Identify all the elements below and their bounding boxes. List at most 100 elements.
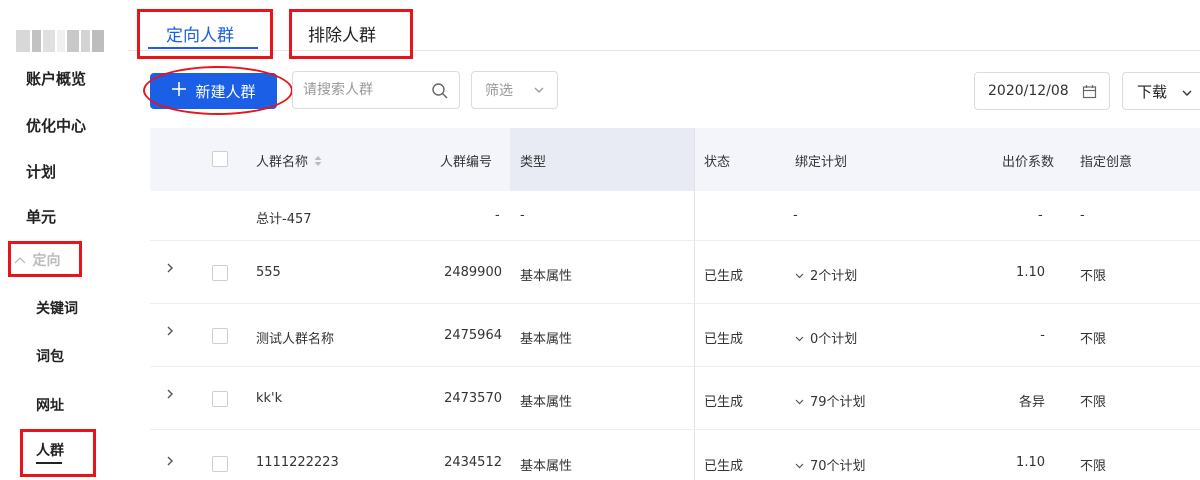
tab-targeting-audiences[interactable]: 定向人群 <box>166 21 234 46</box>
row-bound-plans[interactable]: 70个计划 <box>795 455 866 474</box>
row-creative: 不限 <box>1080 459 1107 474</box>
table-row[interactable]: 555 2489900 基本属性 已生成 2个计划 1.10 不限 <box>150 241 1200 304</box>
row-plan-count: 70个计划 <box>810 459 866 474</box>
sidebar-item-account-overview[interactable]: 账户概览 <box>26 68 86 89</box>
date-picker[interactable]: 2020/12/08 <box>974 72 1110 110</box>
expand-icon[interactable] <box>166 262 174 278</box>
new-audience-button[interactable]: 新建人群 <box>150 73 277 109</box>
logo <box>16 30 104 52</box>
total-bid: - <box>1038 208 1043 223</box>
row-status: 已生成 <box>704 459 744 474</box>
row-creative: 不限 <box>1080 332 1107 347</box>
row-checkbox[interactable] <box>212 391 228 407</box>
sidebar-item-urls[interactable]: 网址 <box>36 395 64 415</box>
row-bid: 1.10 <box>1016 455 1045 470</box>
download-label: 下载 <box>1137 82 1168 101</box>
row-name[interactable]: 555 <box>256 265 281 280</box>
row-type: 基本属性 <box>520 269 573 284</box>
search-input[interactable] <box>303 78 429 102</box>
download-dropdown[interactable]: 下载 <box>1122 72 1200 110</box>
total-creative: - <box>1080 208 1085 223</box>
row-plan-count: 0个计划 <box>810 332 858 347</box>
sidebar-item-plan[interactable]: 计划 <box>26 161 56 182</box>
expand-icon[interactable] <box>166 455 174 471</box>
total-id: - <box>495 208 500 223</box>
row-status: 已生成 <box>704 332 744 347</box>
sidebar-group-label: 定向 <box>32 253 61 269</box>
row-status: 已生成 <box>704 395 744 410</box>
row-creative: 不限 <box>1080 269 1107 284</box>
select-all-checkbox[interactable] <box>212 151 228 167</box>
header-type: 类型 <box>520 155 547 170</box>
header-bound-plans: 绑定计划 <box>795 155 848 170</box>
row-status: 已生成 <box>704 269 744 284</box>
audience-table: 人群名称 人群编号 类型 状态 绑定计划 出价系数 指定创意 总计-457 - … <box>150 128 1200 480</box>
row-id: 2434512 <box>444 455 502 470</box>
sidebar-group-targeting[interactable]: 定向 <box>14 250 60 270</box>
table-row[interactable]: kk'k 2473570 基本属性 已生成 79个计划 各异 不限 <box>150 367 1200 430</box>
total-name: 总计-457 <box>256 212 312 227</box>
row-name[interactable]: kk'k <box>256 391 282 406</box>
total-row: 总计-457 - - - - - <box>150 191 1200 241</box>
row-id: 2475964 <box>444 328 502 343</box>
row-type: 基本属性 <box>520 459 573 474</box>
sidebar: 账户概览 优化中心 计划 单元 定向 关键词 词包 网址 人群 <box>0 0 118 480</box>
expand-icon[interactable] <box>166 388 174 404</box>
chevron-down-icon <box>795 395 804 410</box>
row-bound-plans[interactable]: 2个计划 <box>795 265 857 284</box>
chevron-down-icon <box>533 84 545 100</box>
chevron-down-icon <box>795 459 804 474</box>
row-id: 2473570 <box>444 391 502 406</box>
header-id: 人群编号 <box>440 155 493 170</box>
chevron-down-icon <box>1181 85 1193 103</box>
filter-label: 筛选 <box>485 83 513 99</box>
row-id: 2489900 <box>444 265 502 280</box>
row-type: 基本属性 <box>520 332 573 347</box>
new-audience-label: 新建人群 <box>195 82 256 101</box>
sidebar-item-word-packs[interactable]: 词包 <box>36 346 64 366</box>
header-name[interactable]: 人群名称 <box>256 151 322 171</box>
plus-icon <box>171 80 187 100</box>
row-checkbox[interactable] <box>212 328 228 344</box>
active-tab-indicator <box>148 47 258 49</box>
sidebar-item-audiences[interactable]: 人群 <box>36 440 64 460</box>
row-checkbox[interactable] <box>212 456 228 472</box>
row-name[interactable]: 1111222223 <box>256 455 339 470</box>
chevron-down-icon <box>795 269 804 284</box>
row-bid: 1.10 <box>1016 265 1045 280</box>
table-row[interactable]: 1111222223 2434512 基本属性 已生成 70个计划 1.10 不… <box>150 430 1200 480</box>
filter-dropdown[interactable]: 筛选 <box>471 71 558 109</box>
row-bid: 各异 <box>1018 395 1045 410</box>
row-plan-count: 2个计划 <box>810 269 858 284</box>
sidebar-item-keywords[interactable]: 关键词 <box>36 298 78 318</box>
calendar-icon <box>1082 84 1097 103</box>
date-value: 2020/12/08 <box>988 83 1069 99</box>
row-bound-plans[interactable]: 0个计划 <box>795 328 857 347</box>
header-status: 状态 <box>704 155 731 170</box>
sidebar-item-unit[interactable]: 单元 <box>26 206 56 227</box>
row-checkbox[interactable] <box>212 265 228 281</box>
row-name[interactable]: 测试人群名称 <box>256 328 334 347</box>
sidebar-item-optimization-center[interactable]: 优化中心 <box>26 115 86 136</box>
table-header: 人群名称 人群编号 类型 状态 绑定计划 出价系数 指定创意 <box>150 128 1200 191</box>
total-type: - <box>520 208 525 223</box>
chevron-down-icon <box>795 332 804 347</box>
sort-icon[interactable] <box>314 155 322 171</box>
row-bid: - <box>1040 328 1045 343</box>
search-box[interactable] <box>292 71 460 109</box>
total-plan: - <box>793 208 798 223</box>
search-icon[interactable] <box>431 82 449 100</box>
row-bound-plans[interactable]: 79个计划 <box>795 391 866 410</box>
header-name-label: 人群名称 <box>256 155 309 170</box>
row-type: 基本属性 <box>520 395 573 410</box>
header-bid-factor: 出价系数 <box>1002 155 1055 170</box>
chevron-up-icon <box>14 253 30 269</box>
active-item-underline <box>36 462 62 464</box>
table-row[interactable]: 测试人群名称 2475964 基本属性 已生成 0个计划 - 不限 <box>150 304 1200 367</box>
row-plan-count: 79个计划 <box>810 395 866 410</box>
tabs-divider <box>128 50 1200 51</box>
expand-icon[interactable] <box>166 325 174 341</box>
row-creative: 不限 <box>1080 395 1107 410</box>
header-creative: 指定创意 <box>1080 155 1133 170</box>
tab-excluded-audiences[interactable]: 排除人群 <box>308 21 376 46</box>
